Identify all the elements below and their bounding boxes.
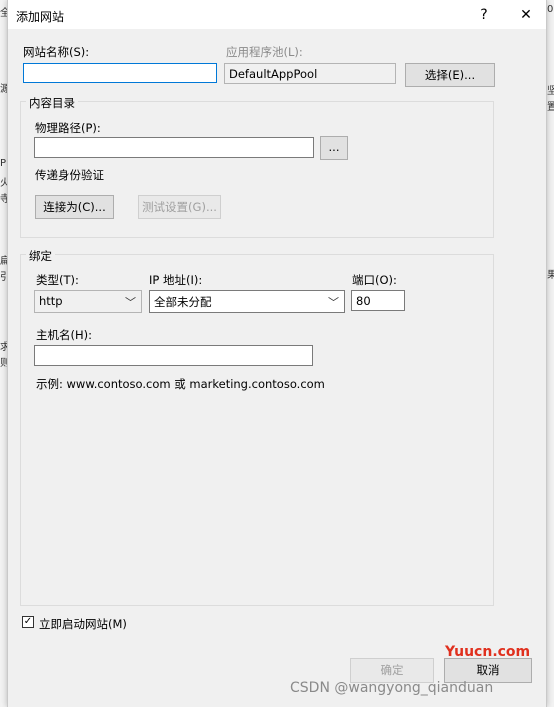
- background-fragment: P: [0, 158, 7, 169]
- physical-path-input[interactable]: [34, 137, 314, 158]
- host-name-example: 示例: www.contoso.com 或 marketing.contoso.…: [36, 377, 325, 391]
- type-select[interactable]: http ﹀: [34, 290, 142, 313]
- site-name-label: 网站名称(S):: [23, 45, 90, 59]
- background-fragment: 置: [547, 102, 554, 113]
- host-name-input[interactable]: [34, 345, 313, 366]
- pass-through-auth-label: 传递身份验证: [35, 168, 104, 182]
- host-name-label: 主机名(H):: [36, 328, 92, 342]
- port-input[interactable]: [351, 290, 405, 311]
- add-website-dialog: 添加网站 ? ✕ 网站名称(S): 应用程序池(L): DefaultAppPo…: [7, 0, 547, 707]
- app-pool-label: 应用程序池(L):: [226, 45, 303, 59]
- app-pool-field: DefaultAppPool: [224, 63, 396, 84]
- site-name-input[interactable]: [23, 63, 217, 83]
- connect-as-button[interactable]: 连接为(C)...: [35, 195, 114, 219]
- physical-path-label: 物理路径(P):: [35, 121, 101, 135]
- binding-title: 绑定: [26, 248, 55, 264]
- test-settings-button[interactable]: 测试设置(G)...: [138, 195, 221, 219]
- ip-address-select[interactable]: 全部未分配 ﹀: [149, 290, 345, 313]
- select-app-pool-button[interactable]: 选择(E)...: [405, 63, 495, 87]
- close-button[interactable]: ✕: [508, 4, 544, 26]
- site-watermark: Yuucn.com: [445, 644, 531, 660]
- ip-address-value: 全部未分配: [154, 295, 212, 309]
- background-fragment: 果: [547, 270, 554, 281]
- start-immediately-checkbox[interactable]: ✓: [22, 616, 34, 628]
- chevron-down-icon: ﹀: [125, 296, 136, 309]
- type-value: http: [39, 294, 63, 308]
- content-directory-title: 内容目录: [26, 95, 78, 111]
- help-button[interactable]: ?: [466, 4, 502, 26]
- dialog-titlebar: 添加网站 ? ✕: [8, 0, 546, 29]
- dialog-title: 添加网站: [16, 10, 65, 24]
- port-label: 端口(O):: [352, 273, 397, 287]
- chevron-down-icon: ﹀: [328, 296, 339, 309]
- background-fragment: 0: [547, 4, 554, 15]
- type-label: 类型(T):: [36, 273, 79, 287]
- browse-path-button[interactable]: ...: [320, 136, 348, 160]
- background-fragment: 坚: [547, 86, 554, 97]
- csdn-watermark: CSDN @wangyong_qianduan: [290, 680, 494, 696]
- start-immediately-label[interactable]: 立即启动网站(M): [39, 616, 127, 632]
- ip-address-label: IP 地址(I):: [149, 273, 203, 287]
